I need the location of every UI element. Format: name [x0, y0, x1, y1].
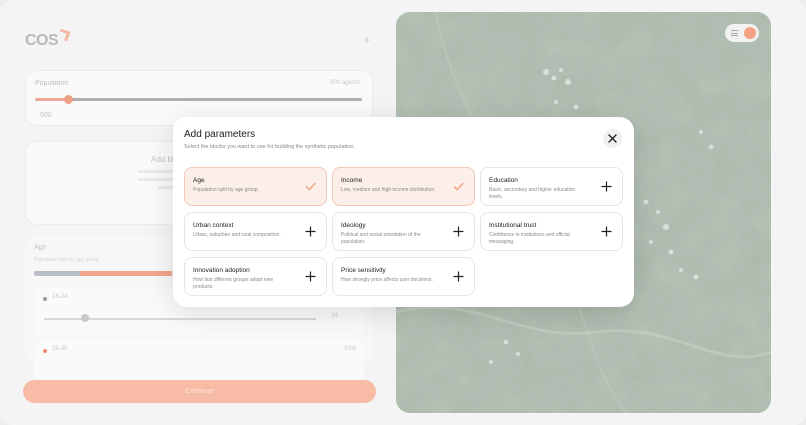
population-slider[interactable] [35, 95, 362, 104]
option-title: Income [341, 177, 363, 184]
plus-icon[interactable] [601, 181, 612, 192]
plus-icon[interactable] [453, 226, 464, 237]
option-description: Confidence in institutions and official … [489, 232, 570, 245]
option-title: Urban context [193, 222, 234, 229]
parameter-option[interactable]: Price sensitivity How strongly price affe… [332, 257, 475, 296]
logo: COS [25, 28, 71, 50]
option-description: Basic, secondary and higher education le… [489, 187, 576, 200]
option-description: How fast different groups adopt new prod… [193, 277, 273, 290]
parameter-option[interactable]: Age Population split by age group. [184, 167, 327, 206]
option-title: Price sensitivity [341, 267, 386, 274]
age-row-dot [43, 349, 47, 353]
option-description: How strongly price affects user decision… [341, 277, 433, 283]
parameter-option[interactable]: Ideology Political and social orientation… [332, 212, 475, 251]
plus-icon[interactable] [305, 226, 316, 237]
option-title: Education [489, 177, 518, 184]
location-pin-icon[interactable] [744, 27, 756, 39]
logo-text: COS [25, 32, 59, 49]
option-title: Institutional trust [489, 222, 537, 229]
population-count: 500 agents [330, 80, 360, 86]
age-bar-segment [80, 271, 172, 276]
population-slider-thumb[interactable] [63, 95, 73, 104]
option-description: Low, medium and high income distribution… [341, 187, 436, 193]
option-title: Age [193, 177, 205, 184]
dialog-title: Add parameters [184, 129, 256, 140]
population-slider-fill [35, 98, 68, 101]
age-row-value: 31% [343, 346, 356, 352]
option-description: Population split by age group. [193, 187, 259, 193]
age-row-dot [43, 297, 47, 301]
parameter-option[interactable]: Education Basic, secondary and higher edu… [480, 167, 623, 206]
age-row-name: 18-24 [52, 294, 68, 300]
check-icon[interactable] [453, 181, 464, 192]
check-icon[interactable] [305, 181, 316, 192]
logo-mark-icon [57, 28, 71, 42]
option-title: Innovation adoption [193, 267, 250, 274]
parameter-option[interactable]: Urban context Urban, suburban and rural c… [184, 212, 327, 251]
dialog-subtitle: Select the blocks you want to use for bu… [184, 144, 355, 150]
population-label: Population [35, 80, 69, 87]
close-button[interactable] [603, 129, 622, 148]
age-row-name: 25-35 [52, 346, 68, 352]
age-row-slider-thumb[interactable] [81, 314, 89, 322]
age-bar-segment [34, 271, 80, 276]
parameter-option[interactable]: Income Low, medium and high income distri… [332, 167, 475, 206]
plus-icon[interactable] [601, 226, 612, 237]
add-block-title: Add bl [151, 155, 174, 164]
parameter-option[interactable]: Institutional trust Confidence in institu… [480, 212, 623, 251]
add-parameters-dialog: Add parameters Select the blocks you wan… [173, 117, 634, 307]
list-icon[interactable] [731, 30, 738, 36]
option-title: Ideology [341, 222, 366, 229]
parameter-option[interactable]: Innovation adoption How fast different gr… [184, 257, 327, 296]
continue-button[interactable]: Continue [23, 380, 376, 403]
age-subtitle: Population split by age group [34, 257, 99, 263]
close-icon [608, 134, 617, 143]
option-description: Political and social orientation of the … [341, 232, 421, 245]
map-controls[interactable] [725, 24, 759, 42]
population-value[interactable]: 500 [40, 112, 52, 119]
age-row-value: 14 [331, 313, 338, 319]
age-label: Age [34, 244, 47, 251]
plus-icon[interactable]: + [361, 34, 373, 46]
option-description: Urban, suburban and rural composition. [193, 232, 281, 238]
plus-icon[interactable] [305, 271, 316, 282]
plus-icon[interactable] [453, 271, 464, 282]
